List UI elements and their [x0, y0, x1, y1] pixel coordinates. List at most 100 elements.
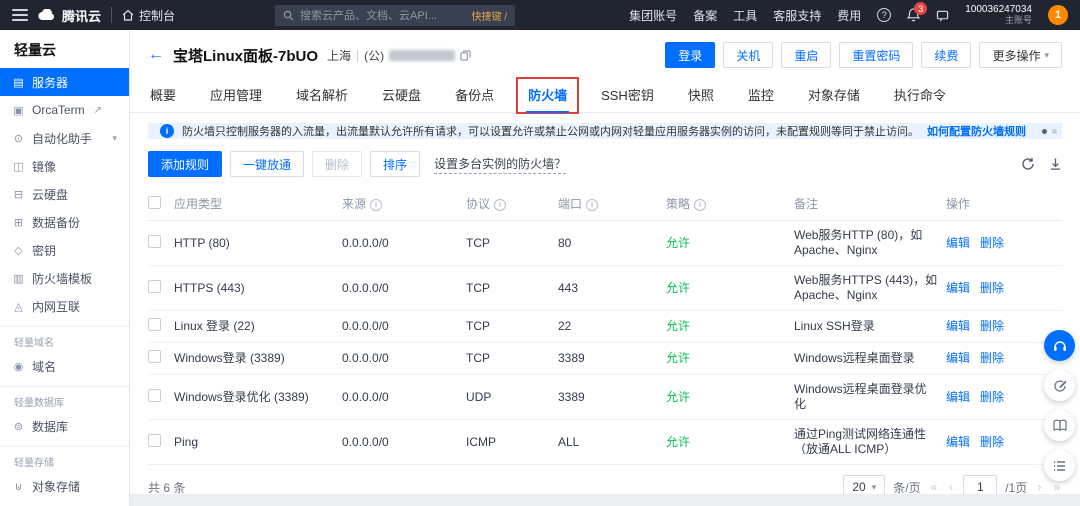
more-actions-button[interactable]: 更多操作 ▾ — [979, 42, 1062, 68]
nav-tools[interactable]: 工具 — [733, 7, 757, 24]
notification-bell-icon[interactable]: 3 — [907, 2, 928, 22]
login-button[interactable]: 登录 — [665, 42, 716, 68]
reset-password-button[interactable]: 重置密码 — [839, 42, 914, 68]
copy-icon[interactable] — [460, 49, 471, 61]
col-protocol: 协议 i — [466, 185, 558, 221]
row-checkbox[interactable] — [148, 433, 161, 447]
next-page-icon[interactable]: › — [1035, 480, 1043, 494]
edit-link[interactable]: 编辑 — [946, 319, 970, 333]
page-input[interactable]: 1 — [963, 475, 998, 494]
prev-page-icon[interactable]: ‹ — [947, 480, 955, 494]
edit-link[interactable]: 编辑 — [946, 390, 970, 404]
tab-run-command[interactable]: 执行命令 — [892, 76, 948, 112]
topbar: 腾讯云 控制台 搜索云产品、文档、云API... 快捷键 / 集团账号 备案 工… — [0, 0, 1080, 30]
image-icon: ◫ — [13, 160, 24, 173]
last-page-icon[interactable]: » — [1051, 480, 1062, 494]
row-checkbox[interactable] — [148, 234, 161, 248]
select-all-checkbox[interactable] — [148, 195, 161, 209]
sort-button[interactable]: 排序 — [370, 151, 421, 177]
sidebar-item-private-network[interactable]: ◬ 内网互联 — [0, 292, 129, 320]
info-banner: i 防火墙只控制服务器的入流量，出流量默认允许所有请求，可以设置允许或禁止公网或… — [148, 123, 1062, 139]
message-icon[interactable] — [936, 9, 949, 22]
tab-monitoring[interactable]: 监控 — [746, 76, 776, 112]
sidebar-item-images[interactable]: ◫ 镜像 — [0, 152, 129, 180]
sidebar-item-domains[interactable]: ◉ 域名 — [0, 352, 129, 380]
add-rule-button[interactable]: 添加规则 — [148, 151, 223, 177]
robot-icon: ⊙ — [13, 132, 24, 145]
support-button[interactable] — [1044, 330, 1075, 361]
row-checkbox[interactable] — [148, 350, 161, 363]
docs-button[interactable] — [1044, 410, 1075, 441]
carousel-dot-2[interactable] — [1052, 128, 1057, 134]
tab-firewall[interactable]: 防火墙 — [516, 76, 580, 114]
delete-link[interactable]: 删除 — [980, 236, 1004, 250]
edit-link[interactable]: 编辑 — [946, 236, 970, 250]
info-icon[interactable]: i — [694, 198, 707, 211]
edit-link[interactable]: 编辑 — [946, 435, 970, 449]
table-row: HTTPS (443) 0.0.0.0/0 TCP 443 允许 Web服务HT… — [148, 265, 1062, 311]
tab-cloud-disk[interactable]: 云硬盘 — [380, 76, 423, 112]
account-info[interactable]: 100036247034 主账号 — [965, 4, 1032, 26]
sidebar-item-data-backup[interactable]: ⊞ 数据备份 — [0, 208, 129, 236]
delete-link[interactable]: 删除 — [980, 435, 1004, 449]
row-checkbox[interactable] — [148, 388, 161, 402]
sidebar-item-orcaterm[interactable]: ▣ OrcaTerm ↗ — [0, 96, 129, 124]
nav-icp[interactable]: 备案 — [693, 7, 717, 24]
carousel-dot-1[interactable] — [1042, 128, 1047, 134]
nav-billing[interactable]: 费用 — [837, 7, 861, 24]
search-input[interactable]: 搜索云产品、文档、云API... 快捷键 / — [275, 4, 516, 26]
page-size-select[interactable]: 20 ▾ — [843, 475, 886, 494]
tab-object-storage[interactable]: 对象存储 — [806, 76, 862, 112]
menu-icon[interactable] — [12, 9, 28, 21]
survey-button[interactable] — [1044, 450, 1075, 481]
delete-link[interactable]: 删除 — [980, 351, 1004, 365]
server-icon: ▤ — [13, 76, 24, 89]
nav-group-account[interactable]: 集团账号 — [629, 7, 677, 24]
row-checkbox[interactable] — [148, 318, 161, 331]
delete-link[interactable]: 删除 — [980, 281, 1004, 295]
firewall-rules-help-link[interactable]: 如何配置防火墙规则 — [927, 123, 1026, 139]
feedback-button[interactable] — [1044, 370, 1075, 401]
delete-button[interactable]: 删除 — [312, 151, 363, 177]
edit-link[interactable]: 编辑 — [946, 351, 970, 365]
sidebar-item-firewall-templates[interactable]: ▥ 防火墙模板 — [0, 264, 129, 292]
avatar[interactable]: 1 — [1048, 5, 1068, 25]
delete-link[interactable]: 删除 — [980, 390, 1004, 404]
policy-allow: 允许 — [666, 342, 794, 375]
nav-support[interactable]: 客服支持 — [773, 7, 821, 24]
tab-app-management[interactable]: 应用管理 — [208, 76, 264, 112]
info-icon[interactable]: i — [494, 198, 507, 211]
tab-snapshot[interactable]: 快照 — [686, 76, 716, 112]
sidebar-item-cloud-disk[interactable]: ⊟ 云硬盘 — [0, 180, 129, 208]
sidebar-item-servers[interactable]: ▤ 服务器 — [0, 68, 129, 96]
info-icon[interactable]: i — [370, 198, 383, 211]
refresh-icon[interactable] — [1021, 157, 1035, 171]
restart-button[interactable]: 重启 — [781, 42, 832, 68]
tab-backup-point[interactable]: 备份点 — [453, 76, 496, 112]
sidebar-item-ssh-keys[interactable]: ◇ 密钥 — [0, 236, 129, 264]
sidebar-group-database: 轻量数据库 — [0, 386, 129, 412]
sidebar-item-database[interactable]: ⊜ 数据库 — [0, 412, 129, 440]
download-icon[interactable] — [1049, 157, 1062, 171]
help-circle-icon[interactable]: ? — [877, 8, 892, 22]
first-page-icon[interactable]: « — [929, 480, 940, 494]
tab-overview[interactable]: 概要 — [148, 76, 178, 112]
sidebar-item-object-storage[interactable]: ⊍ 对象存储 — [0, 472, 129, 500]
sidebar-item-automation-assistant[interactable]: ⊙ 自动化助手 ▾ — [0, 124, 129, 152]
tab-ssh-keys[interactable]: SSH密钥 — [599, 76, 656, 112]
console-link[interactable]: 控制台 — [122, 7, 175, 24]
renew-button[interactable]: 续费 — [921, 42, 972, 68]
row-checkbox[interactable] — [148, 279, 161, 293]
shutdown-button[interactable]: 关机 — [723, 42, 774, 68]
table-tools — [1021, 157, 1062, 171]
tab-dns[interactable]: 域名解析 — [294, 76, 350, 112]
multi-instance-firewall-link[interactable]: 设置多台实例的防火墙？ — [434, 155, 567, 174]
table-footer: 共 6 条 20 ▾ 条/页 « ‹ 1 /1页 › » — [130, 465, 1080, 494]
brand-logo[interactable]: 腾讯云 — [38, 6, 101, 25]
col-policy: 策略 i — [666, 185, 794, 221]
delete-link[interactable]: 删除 — [980, 319, 1004, 333]
back-arrow-icon[interactable]: ← — [148, 47, 164, 63]
info-icon[interactable]: i — [586, 198, 599, 211]
open-all-button[interactable]: 一键放通 — [230, 151, 305, 177]
edit-link[interactable]: 编辑 — [946, 281, 970, 295]
